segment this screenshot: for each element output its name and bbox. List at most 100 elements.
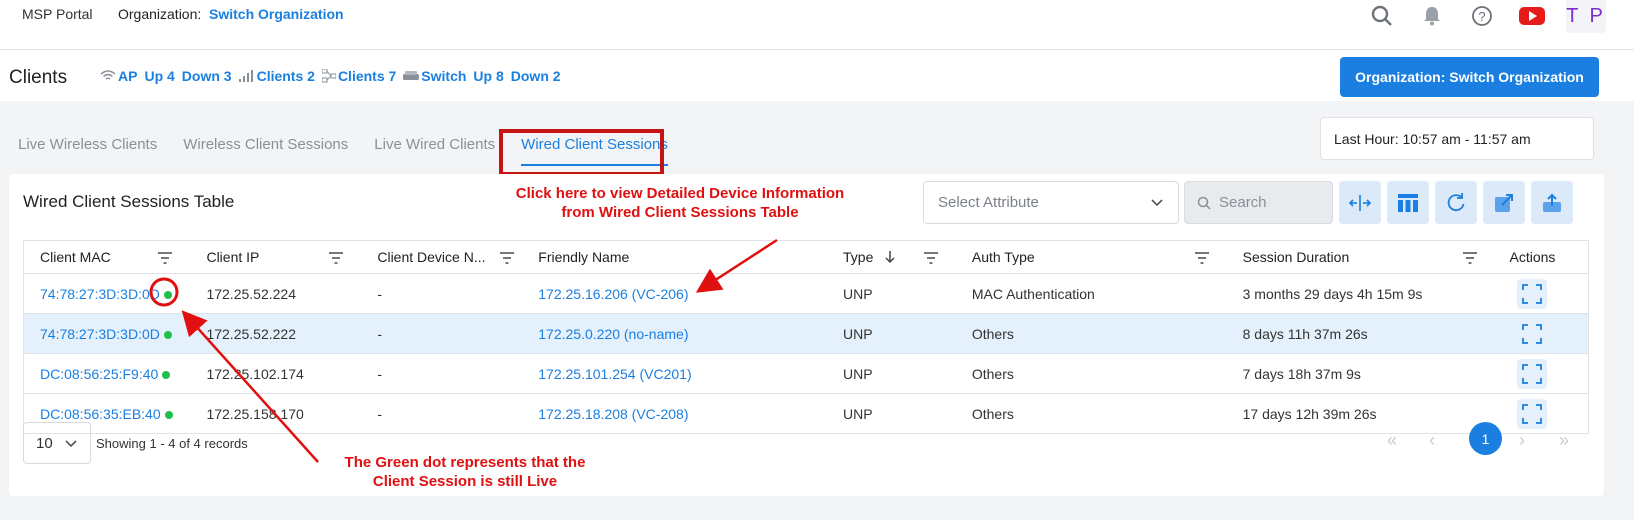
- external-link-icon: [1495, 193, 1513, 212]
- type-cell: UNP: [827, 313, 956, 354]
- annotation-line: The Green dot represents that the: [344, 454, 586, 471]
- switch-down-count[interactable]: Down 2: [511, 68, 561, 84]
- expand-details-button[interactable]: [1517, 358, 1548, 389]
- help-icon[interactable]: ?: [1466, 0, 1498, 32]
- ap-down-count[interactable]: Down 3: [182, 68, 232, 84]
- client-mac-link[interactable]: 74:78:27:3D:3D:0D: [40, 326, 160, 342]
- table-header-row: Client MAC Client IP Client Device N... …: [23, 240, 1589, 274]
- client-mac-link[interactable]: DC:08:56:25:F9:40: [40, 366, 158, 382]
- expand-icon: [1522, 403, 1543, 424]
- search-input[interactable]: Search: [1184, 181, 1333, 224]
- refresh-icon: [1447, 192, 1465, 211]
- client-mac-link[interactable]: DC:08:56:35:EB:40: [40, 406, 161, 422]
- annotation-detail-info: Click here to view Detailed Device Infor…: [480, 184, 880, 222]
- last-page-icon[interactable]: »: [1559, 430, 1569, 451]
- time-range-selector[interactable]: Last Hour: 10:57 am - 11:57 am: [1320, 117, 1594, 160]
- table-row[interactable]: 74:78:27:3D:3D:0D 172.25.52.222 - 172.25…: [23, 313, 1589, 354]
- annotation-line: Client Session is still Live: [372, 473, 558, 490]
- friendly-name-link[interactable]: 172.25.0.220 (no-name): [538, 326, 688, 342]
- tab-live-wireless-clients[interactable]: Live Wireless Clients: [18, 136, 157, 153]
- live-status-dot: [164, 410, 173, 419]
- table-title: Wired Client Sessions Table: [23, 192, 235, 211]
- column-header-friendly-name[interactable]: Friendly Name: [522, 240, 828, 274]
- switch-icon: [403, 71, 420, 81]
- session-duration-cell: 17 days 12h 39m 26s: [1226, 393, 1496, 434]
- switch-up-count[interactable]: Up 8: [473, 68, 503, 84]
- live-status-dot: [163, 330, 172, 339]
- client-ip-cell: 172.25.102.174: [190, 353, 362, 394]
- client-device-cell: -: [361, 393, 523, 434]
- search-icon[interactable]: [1366, 0, 1398, 32]
- table-row[interactable]: DC:08:56:25:F9:40 172.25.102.174 - 172.2…: [23, 353, 1589, 394]
- select-attribute-dropdown[interactable]: Select Attribute: [923, 181, 1179, 224]
- column-header-auth-type[interactable]: Auth Type: [955, 240, 1227, 274]
- filter-icon[interactable]: [923, 251, 938, 267]
- page-title: Clients: [9, 67, 68, 88]
- expand-details-button[interactable]: [1517, 398, 1548, 429]
- export-button[interactable]: [1531, 181, 1573, 224]
- first-page-icon[interactable]: «: [1387, 430, 1397, 451]
- tab-wireless-client-sessions[interactable]: Wireless Client Sessions: [183, 136, 348, 153]
- svg-text:?: ?: [1478, 9, 1485, 24]
- friendly-name-link[interactable]: 172.25.16.206 (VC-206): [538, 286, 688, 302]
- table-row[interactable]: DC:08:56:35:EB:40 172.25.158.170 - 172.2…: [23, 393, 1589, 434]
- device-stats: AP Up 4 Down 3 Clients 2 Clients 7 Switc…: [100, 68, 568, 84]
- bell-icon[interactable]: [1416, 0, 1448, 32]
- expand-details-button[interactable]: [1517, 278, 1548, 309]
- filter-icon[interactable]: [500, 251, 515, 267]
- organization-label: Organization:: [118, 6, 202, 22]
- expand-icon: [1522, 363, 1543, 384]
- page-size-select[interactable]: 10: [23, 422, 91, 464]
- type-cell: UNP: [827, 273, 956, 314]
- tab-live-wired-clients[interactable]: Live Wired Clients: [374, 136, 495, 153]
- expand-details-button[interactable]: [1517, 318, 1548, 349]
- switch-label: Switch: [421, 68, 467, 84]
- organization-button[interactable]: Organization: Switch Organization: [1340, 57, 1599, 97]
- auth-type-cell: Others: [955, 353, 1227, 394]
- filter-icon[interactable]: [329, 251, 344, 267]
- friendly-name-link[interactable]: 172.25.101.254 (VC201): [538, 366, 691, 382]
- column-header-session-duration[interactable]: Session Duration: [1226, 240, 1496, 274]
- column-header-client-mac[interactable]: Client MAC: [23, 240, 191, 274]
- column-header-client-device-name[interactable]: Client Device N...: [361, 240, 523, 274]
- wired-clients-count[interactable]: Clients 7: [338, 68, 396, 84]
- page-size-value: 10: [36, 434, 53, 452]
- filter-icon[interactable]: [1194, 251, 1209, 267]
- annotation-live-dot: The Green dot represents that the Client…: [300, 453, 630, 491]
- ap-up-count[interactable]: Up 4: [144, 68, 174, 84]
- switch-organization-link[interactable]: Switch Organization: [209, 6, 344, 22]
- previous-page-icon[interactable]: ‹: [1429, 430, 1435, 451]
- ap-label: AP: [118, 68, 138, 84]
- column-header-type[interactable]: Type: [827, 240, 956, 274]
- youtube-icon[interactable]: [1516, 0, 1548, 32]
- open-external-button[interactable]: [1483, 181, 1525, 224]
- search-placeholder: Search: [1219, 194, 1267, 211]
- client-mac-link[interactable]: 74:78:27:3D:3D:0D: [40, 286, 160, 302]
- session-duration-cell: 7 days 18h 37m 9s: [1226, 353, 1496, 394]
- column-settings-button[interactable]: [1387, 181, 1429, 224]
- filter-icon[interactable]: [158, 251, 173, 267]
- filter-icon[interactable]: [1463, 251, 1478, 267]
- sort-down-icon[interactable]: [885, 250, 895, 267]
- wifi-icon: [100, 70, 116, 82]
- current-page-button[interactable]: 1: [1469, 422, 1502, 455]
- table-row[interactable]: 74:78:27:3D:3D:0D 172.25.52.224 - 172.25…: [23, 273, 1589, 314]
- column-header-actions: Actions: [1495, 240, 1589, 274]
- resize-columns-button[interactable]: [1339, 181, 1381, 224]
- clients-header: Clients AP Up 4 Down 3 Clients 2 Clients…: [0, 50, 1634, 101]
- session-duration-cell: 8 days 11h 37m 26s: [1226, 313, 1496, 354]
- friendly-name-link[interactable]: 172.25.18.208 (VC-208): [538, 406, 688, 422]
- top-bar: MSP Portal Organization: Switch Organiza…: [0, 0, 1634, 50]
- column-header-client-ip[interactable]: Client IP: [190, 240, 362, 274]
- select-attribute-placeholder: Select Attribute: [938, 194, 1039, 211]
- live-status-dot: [162, 370, 171, 379]
- avatar[interactable]: T P: [1566, 0, 1606, 33]
- wireless-clients-count[interactable]: Clients 2: [257, 68, 315, 84]
- next-page-icon[interactable]: ›: [1519, 430, 1525, 451]
- session-duration-cell: 3 months 29 days 4h 15m 9s: [1226, 273, 1496, 314]
- table-card: Wired Client Sessions Table Select Attri…: [9, 174, 1604, 496]
- type-cell: UNP: [827, 393, 956, 434]
- refresh-button[interactable]: [1435, 181, 1477, 224]
- signal-bars-icon: [238, 70, 255, 82]
- table-columns-icon: [1398, 193, 1418, 212]
